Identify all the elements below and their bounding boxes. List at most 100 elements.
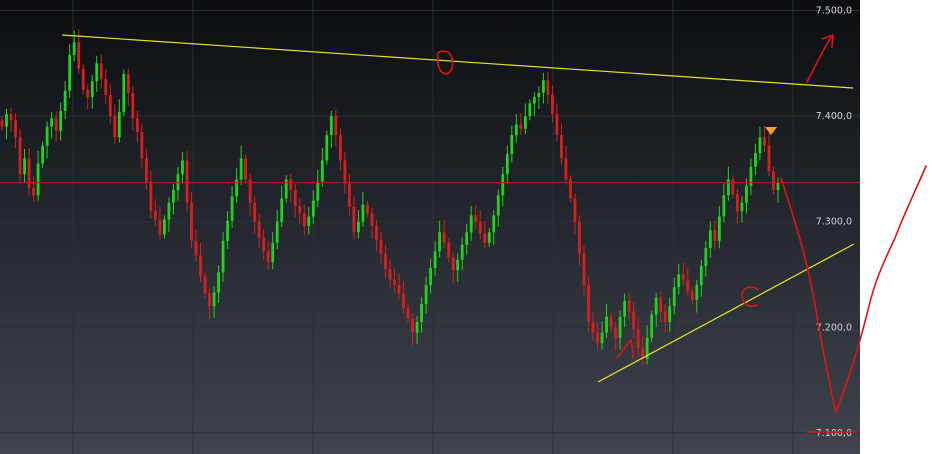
candle-body [320,160,324,182]
candle-body [735,194,739,212]
candle-body [190,202,193,241]
candle-body [113,116,117,138]
candle-body [708,230,712,249]
candle-body [176,174,180,191]
candle-body [325,135,329,161]
candle-body [36,163,40,196]
candle-body [433,251,437,269]
price-chart: 7.500,0 7.400,0 7.300,0 7.200,0 7.100,0 [0,0,932,454]
candle-body [379,239,383,254]
candle-body [280,198,284,222]
candle-body [194,240,198,256]
candle-body [122,73,126,112]
candle-body [86,89,90,98]
candle-body [573,198,577,222]
candle-body [199,255,202,277]
candle-body [523,116,527,129]
candle-body [275,221,279,243]
candle-body [451,257,455,271]
candle-body [654,297,658,315]
candle-body [72,42,76,55]
candle-body [677,274,681,288]
candle-body [384,253,387,270]
candle-body [564,158,568,180]
candle-body [181,160,184,175]
candle-body [239,158,243,180]
candle-body [776,182,780,191]
candle-body [465,232,469,245]
candle-body [406,308,410,319]
candle-body [77,42,81,69]
candle-body [537,92,541,98]
candle-body [104,79,108,96]
candle-body [501,174,505,196]
candle-body [307,216,311,226]
candle-body [163,219,166,235]
candle-body [140,131,144,159]
candle-body [18,137,22,175]
candle-body [623,300,627,317]
candle-body [357,221,360,233]
candle-body [329,116,333,136]
candle-body [704,248,708,267]
candle-body [393,279,396,286]
candle-body [126,73,130,93]
candle-body [442,232,446,243]
candle-body [429,268,433,286]
candle-body [731,179,735,195]
candle-body [302,213,306,226]
candle-body [27,158,31,188]
candle-body [99,63,103,80]
candle-body [609,316,613,328]
candle-body [438,232,442,252]
candle-body [740,202,744,212]
candle-body [668,306,672,323]
candle-body [50,118,54,127]
candle-body [591,322,595,333]
candle-body [496,195,500,216]
candle-body [717,216,721,241]
candle-body [478,221,482,234]
candle-body [456,259,460,271]
candle-body [650,314,654,338]
candle-body [551,95,554,115]
candle-body [415,322,419,333]
candle-body [420,304,423,323]
candle-body [469,215,473,233]
candle-body [402,293,405,309]
candle-body [266,251,270,262]
candle-body [596,332,599,344]
candle-body [23,158,26,175]
candle-body [745,185,748,203]
candle-body [514,124,518,136]
candle-body [447,242,451,258]
candle-body [636,329,640,349]
candle-body [9,114,13,121]
candle-body [90,81,94,98]
candle-body [541,80,545,93]
candle-body [560,135,563,159]
candle-body [167,202,171,220]
candle-body [235,179,239,197]
candle-body [172,190,175,203]
candle-body [672,287,676,307]
candle-body [271,242,275,262]
candle-body [63,90,67,111]
candle-body [311,200,315,217]
candle-body [555,114,559,136]
candle-body [262,237,266,252]
candle-body [338,135,342,161]
candle-body [546,80,550,96]
candle-body [226,220,229,241]
candle-body [293,190,297,206]
candle-body [59,110,63,131]
candle-body [131,92,135,119]
candle-body [424,285,428,305]
candle-body [487,232,491,243]
candle-body [352,206,356,233]
candle-body [460,244,464,260]
candle-body [14,120,17,138]
candle-body [519,124,523,129]
candle-body [510,135,514,155]
candle-body [366,204,369,214]
